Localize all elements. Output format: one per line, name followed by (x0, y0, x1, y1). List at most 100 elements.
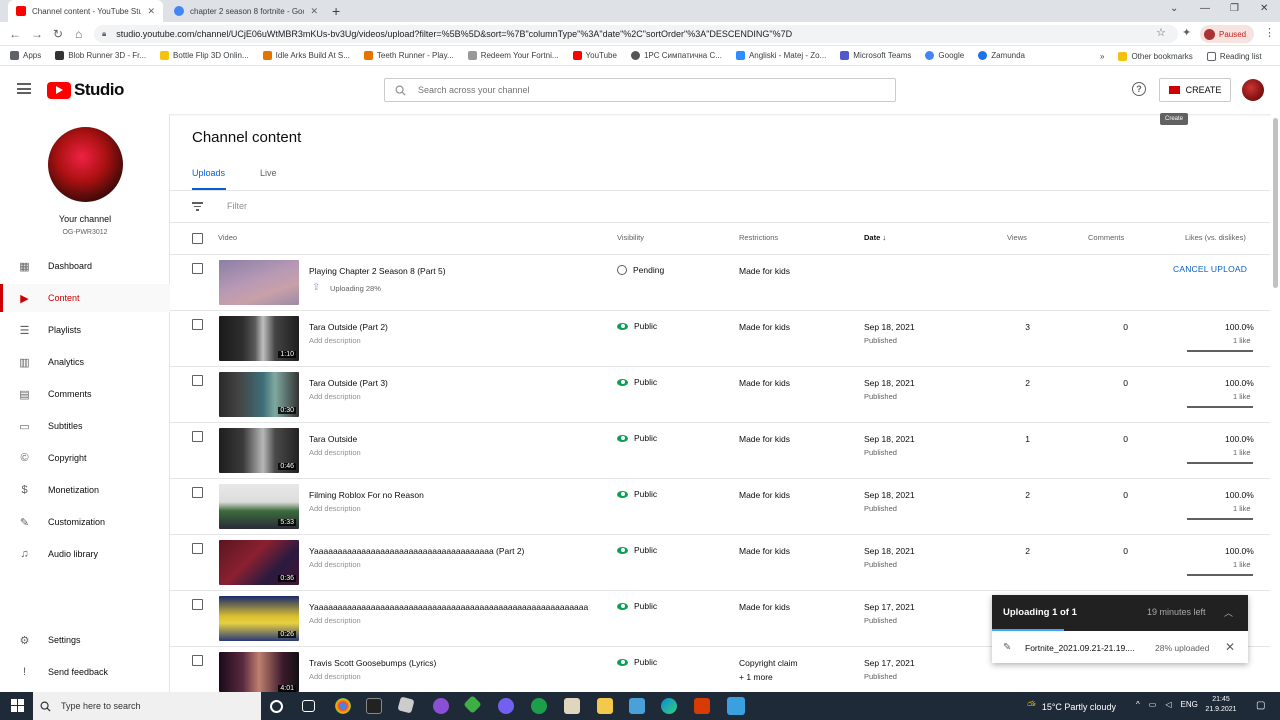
column-header-visibility[interactable]: Visibility (617, 233, 644, 242)
app-icon[interactable] (531, 698, 547, 714)
window-close-icon[interactable]: ✕ (1260, 3, 1268, 14)
video-thumbnail[interactable]: 0:26 (219, 596, 299, 641)
bookmark-item[interactable]: Idle Arks Build At S... (262, 51, 350, 60)
help-icon[interactable]: ? (1132, 82, 1146, 96)
extensions-icon[interactable]: ✦ (1182, 26, 1191, 39)
system-tray[interactable]: ^ ▭ ◁ ENG (1136, 700, 1198, 709)
tab-uploads[interactable]: Uploads (192, 168, 225, 178)
visibility-cell[interactable]: Public (617, 377, 657, 387)
scrollbar-thumb[interactable] (1273, 118, 1278, 288)
minimize-icon[interactable]: — (1200, 3, 1210, 14)
home-icon[interactable]: ⌂ (75, 27, 82, 41)
bookmark-item[interactable]: Redeem Your Fortni... (467, 51, 559, 60)
reading-list[interactable]: Reading list (1206, 51, 1262, 61)
sidebar-item-audio-library[interactable]: ♫ Audio library (0, 540, 170, 568)
file-explorer-icon[interactable] (597, 698, 613, 714)
restore-icon[interactable]: ❐ (1230, 3, 1239, 14)
network-icon[interactable]: ▭ (1149, 700, 1157, 709)
row-checkbox[interactable] (192, 319, 203, 330)
reload-icon[interactable]: ↻ (53, 27, 63, 41)
tab-live[interactable]: Live (260, 168, 277, 178)
sidebar-item-comments[interactable]: ▤ Comments (0, 380, 170, 408)
menu-icon[interactable] (17, 83, 31, 94)
bookmark-item[interactable]: Zamunda (978, 51, 1025, 60)
bookmark-item[interactable]: Google (925, 51, 964, 60)
browser-tab-studio[interactable]: Channel content - YouTube Studio ✕ (8, 0, 163, 22)
video-title[interactable]: Tara Outside (Part 2) (309, 322, 388, 332)
video-title[interactable]: Playing Chapter 2 Season 8 (Part 5) (309, 266, 446, 276)
video-thumbnail[interactable]: 5:33 (219, 484, 299, 529)
sidebar-item-copyright[interactable]: © Copyright (0, 444, 170, 472)
row-checkbox[interactable] (192, 543, 203, 554)
visibility-cell[interactable]: Public (617, 321, 657, 331)
row-checkbox[interactable] (192, 263, 203, 274)
video-description[interactable]: Add description (309, 336, 361, 345)
visibility-cell[interactable]: Public (617, 601, 657, 611)
video-description[interactable]: Add description (309, 616, 361, 625)
channel-search[interactable] (384, 78, 896, 102)
chevron-up-icon[interactable]: ︿ (1224, 606, 1233, 619)
task-view-icon[interactable] (302, 700, 315, 712)
tray-chevron-icon[interactable]: ^ (1136, 700, 1140, 709)
clock[interactable]: 21:45 21.9.2021 (1202, 695, 1240, 715)
windows-start-icon[interactable] (11, 699, 24, 712)
column-header-restrictions[interactable]: Restrictions (739, 233, 778, 242)
sidebar-item-playlists[interactable]: ☰ Playlists (0, 316, 170, 344)
sidebar-item-monetization[interactable]: $ Monetization (0, 476, 170, 504)
video-description[interactable]: Add description (309, 672, 361, 681)
bookmark-item[interactable]: Angliski - Matej - Zo... (735, 51, 826, 60)
app-icon[interactable] (433, 698, 449, 714)
video-description[interactable]: Add description (309, 392, 361, 401)
video-thumbnail[interactable]: 0:46 (219, 428, 299, 473)
restriction-more[interactable]: + 1 more (739, 672, 773, 682)
app-icon[interactable] (727, 697, 745, 715)
video-title[interactable]: Travis Scott Goosebumps (Lyrics) (309, 658, 436, 668)
notifications-icon[interactable]: ▢ (1256, 700, 1265, 711)
row-checkbox[interactable] (192, 487, 203, 498)
account-avatar[interactable] (1242, 79, 1264, 101)
video-title[interactable]: Yaaaaaaaaaaaaaaaaaaaaaaaaaaaaaaaaaaaaaa … (309, 546, 524, 556)
bookmark-item[interactable]: 1PC Симпатична С... (630, 51, 722, 60)
select-all-checkbox[interactable] (192, 233, 203, 244)
app-icon[interactable] (564, 698, 580, 714)
row-checkbox[interactable] (192, 599, 203, 610)
bookmark-item[interactable]: Blob Runner 3D - Fr... (55, 51, 146, 60)
video-title[interactable]: Tara Outside (Part 3) (309, 378, 388, 388)
address-bar[interactable]: 🔒︎ studio.youtube.com/channel/UCjE06uWtM… (94, 25, 1178, 43)
video-description[interactable]: Add description (309, 504, 361, 513)
studio-logo[interactable]: Studio (47, 80, 124, 100)
edge-icon[interactable] (661, 698, 677, 714)
upload-filename[interactable]: Fortnite_2021.09.21-21.19.... (1025, 643, 1135, 653)
visibility-cell[interactable]: Public (617, 433, 657, 443)
volume-icon[interactable]: ◁ (1165, 700, 1171, 709)
sidebar-item-analytics[interactable]: ▥ Analytics (0, 348, 170, 376)
column-header-comments[interactable]: Comments (1088, 233, 1124, 242)
epic-games-icon[interactable] (366, 698, 382, 714)
browser-tab-google[interactable]: chapter 2 season 8 fortnite - Goo ✕ (166, 0, 326, 22)
column-header-views[interactable]: Views (1007, 233, 1027, 242)
sidebar-item-send-feedback[interactable]: ! Send feedback (0, 658, 170, 686)
tab-search-icon[interactable]: ⌄ (1170, 3, 1178, 14)
close-icon[interactable]: ✕ (1225, 640, 1235, 654)
row-checkbox[interactable] (192, 431, 203, 442)
back-icon[interactable]: ← (9, 27, 21, 41)
filter-icon[interactable] (192, 202, 203, 211)
column-header-date[interactable]: Date ↓ (864, 233, 886, 242)
video-title[interactable]: Tara Outside (309, 434, 357, 444)
other-bookmarks[interactable]: Other bookmarks (1118, 51, 1193, 61)
bookmark-item[interactable]: Teeth Runner - Play... (363, 51, 454, 60)
search-input[interactable] (418, 85, 895, 95)
visibility-cell[interactable]: Public (617, 657, 657, 667)
video-thumbnail[interactable]: 4:01 (219, 652, 299, 692)
video-description[interactable]: Add description (309, 560, 361, 569)
forward-icon[interactable]: → (31, 27, 43, 41)
viber-icon[interactable] (498, 698, 514, 714)
column-header-likes[interactable]: Likes (vs. dislikes) (1185, 233, 1246, 242)
channel-avatar[interactable] (48, 127, 123, 202)
video-thumbnail[interactable]: 0:30 (219, 372, 299, 417)
bookmark-item[interactable]: YouTube (572, 51, 617, 60)
chrome-icon[interactable] (335, 698, 351, 714)
tab-close-icon[interactable]: ✕ (147, 6, 155, 17)
bookmark-item[interactable]: Bottle Flip 3D Onlin... (160, 51, 249, 60)
profile-button[interactable]: Paused (1200, 25, 1254, 43)
